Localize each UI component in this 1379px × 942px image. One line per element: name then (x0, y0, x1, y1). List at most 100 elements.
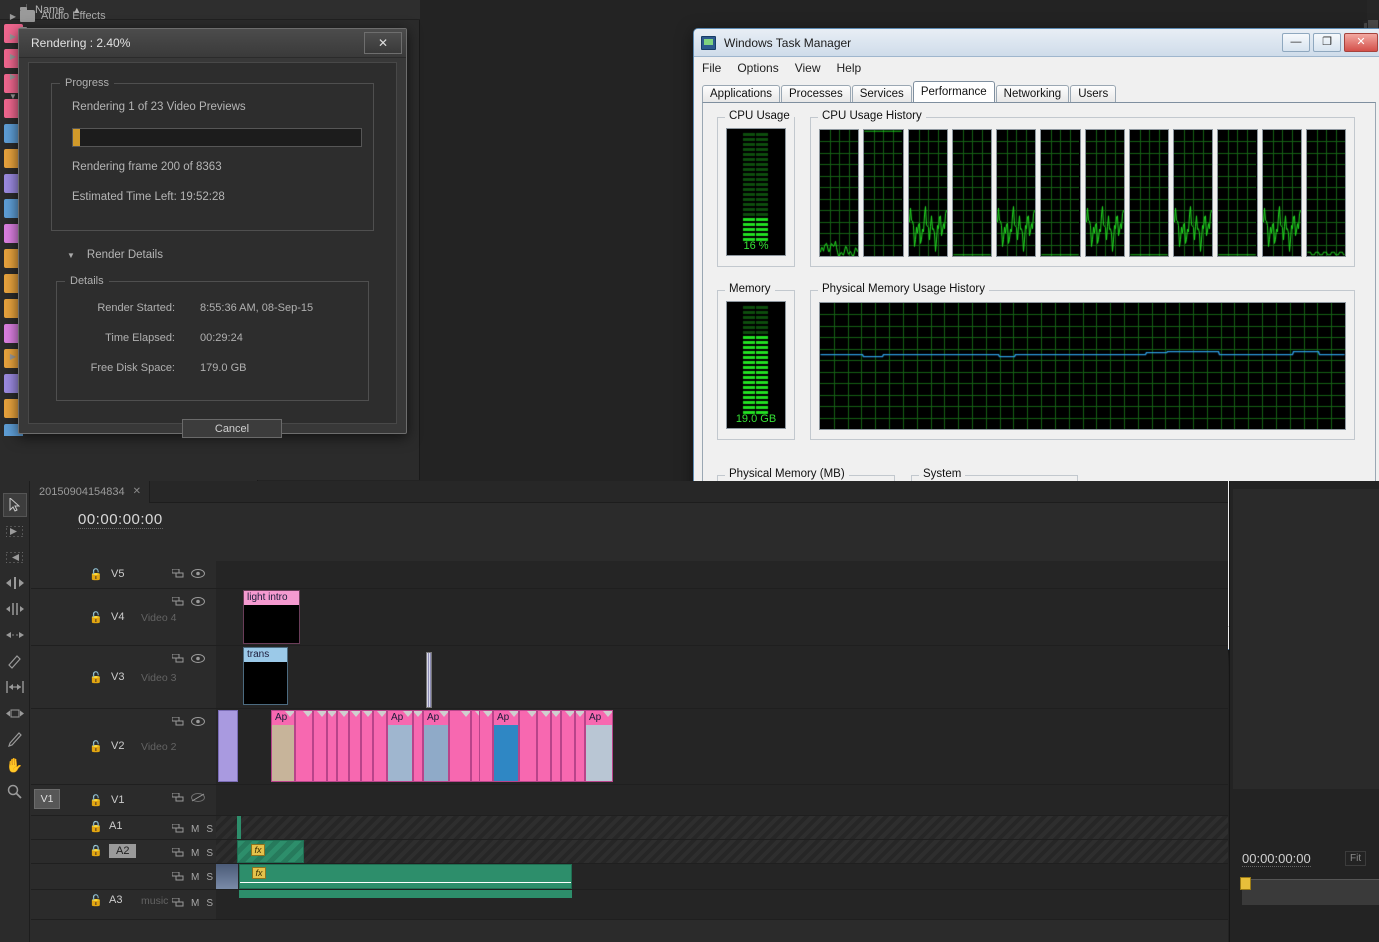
slip-tool[interactable] (3, 675, 27, 699)
clip-v2[interactable] (575, 710, 585, 782)
sync-lock-icon[interactable] (172, 820, 184, 838)
timeline-tab[interactable]: 20150904154834 ✕ (31, 481, 150, 503)
track-lock-icon[interactable]: 🔒 (89, 844, 103, 857)
clip-narrow[interactable] (426, 652, 432, 708)
timeline-playhead-timecode[interactable]: 00:00:00:00 (78, 511, 163, 529)
hand-tool[interactable]: ✋ (3, 753, 27, 777)
track-lane-v2[interactable]: ApApApApAp (216, 709, 1228, 785)
close-icon[interactable]: ✕ (133, 486, 141, 497)
clip-v2[interactable] (313, 710, 327, 782)
menu-file[interactable]: File (702, 61, 721, 75)
track-lane-v4[interactable]: light intro (216, 589, 1228, 646)
solo-track-button[interactable]: S (206, 848, 213, 859)
track-output-toggle-icon[interactable] (191, 565, 205, 583)
selection-tool[interactable] (3, 493, 27, 517)
clip-v2[interactable] (561, 710, 575, 782)
clip-v2[interactable]: Ap (493, 710, 519, 782)
mute-track-button[interactable]: M (191, 824, 199, 835)
solo-track-button[interactable]: S (206, 824, 213, 835)
clip-v2[interactable] (361, 710, 373, 782)
clip-audio-a1[interactable] (237, 816, 241, 839)
tab-networking[interactable]: Networking (996, 85, 1070, 103)
sync-lock-icon[interactable] (172, 713, 184, 731)
menu-view[interactable]: View (795, 61, 821, 75)
track-lock-icon[interactable]: 🔓 (89, 671, 103, 684)
clip-audio-a2[interactable]: fx (237, 840, 304, 863)
sync-lock-icon[interactable] (172, 789, 184, 807)
track-select-forward-tool[interactable] (3, 519, 27, 543)
menu-help[interactable]: Help (837, 61, 862, 75)
track-lane-a1[interactable] (216, 816, 1228, 840)
track-lane-row7[interactable]: fx (216, 864, 1228, 890)
track-header-v1[interactable]: V1🔓V1 (31, 785, 216, 816)
render-details-toggle[interactable]: ▼ Render Details (67, 249, 163, 261)
track-output-toggle-icon[interactable] (191, 713, 205, 731)
tab-users[interactable]: Users (1070, 85, 1116, 103)
sync-lock-icon[interactable] (172, 565, 184, 583)
close-button[interactable]: ✕ (1344, 33, 1378, 52)
mute-track-button[interactable]: M (191, 872, 199, 883)
program-monitor-playhead-icon[interactable] (1240, 877, 1251, 890)
clip-v2[interactable] (413, 710, 423, 782)
track-header-v3[interactable]: 🔓V3Video 3 (31, 646, 216, 709)
tab-applications[interactable]: Applications (702, 85, 780, 103)
clip-v2[interactable]: Ap (271, 710, 295, 782)
clip-v2[interactable] (295, 710, 313, 782)
track-select-backward-tool[interactable] (3, 545, 27, 569)
sync-lock-icon[interactable] (172, 894, 184, 912)
cancel-button[interactable]: Cancel (182, 419, 282, 438)
clip-audio-music[interactable]: fx (239, 864, 572, 889)
clip-v2[interactable] (519, 710, 537, 782)
track-header-v5[interactable]: 🔓V5 (31, 561, 216, 589)
effects-tree-item[interactable]: ▶Audio Effects (0, 6, 246, 26)
clip-light-intro[interactable]: light intro (243, 590, 300, 644)
task-manager-titlebar[interactable]: Windows Task Manager — ❐ ✕ (694, 29, 1379, 57)
minimize-button[interactable]: — (1282, 33, 1310, 52)
track-lock-icon[interactable]: 🔒 (89, 820, 103, 833)
volume-rubberband[interactable] (240, 882, 571, 883)
tab-performance[interactable]: Performance (913, 81, 995, 103)
track-header-a2[interactable]: 🔒A2MS (31, 840, 216, 864)
track-header-a1[interactable]: 🔒A1MS (31, 816, 216, 840)
razor-tool[interactable] (3, 649, 27, 673)
track-target-toggle[interactable]: V1 (34, 789, 60, 809)
chevron-right-icon[interactable]: ▶ (6, 12, 20, 21)
mute-track-button[interactable]: M (191, 898, 199, 909)
clip-v2[interactable]: Ap (585, 710, 613, 782)
track-lock-icon[interactable]: 🔓 (89, 894, 103, 907)
sync-lock-icon[interactable] (172, 868, 184, 886)
pen-tool[interactable] (3, 727, 27, 751)
track-lock-icon[interactable]: 🔓 (89, 611, 103, 624)
rendering-dialog-titlebar[interactable]: Rendering : 2.40% ✕ (19, 29, 406, 58)
track-output-toggle-icon[interactable] (191, 789, 205, 807)
clip-v2[interactable]: Ap (423, 710, 449, 782)
clip-v2[interactable] (449, 710, 471, 782)
ripple-edit-tool[interactable] (3, 571, 27, 595)
clip-purple[interactable] (218, 710, 238, 782)
zoom-tool[interactable] (3, 779, 27, 803)
program-monitor-fit-dropdown[interactable]: Fit (1345, 851, 1366, 866)
sync-lock-icon[interactable] (172, 844, 184, 862)
clip-v2[interactable]: Ap (387, 710, 413, 782)
track-output-toggle-icon[interactable] (191, 650, 205, 668)
clip-v2[interactable] (337, 710, 349, 782)
program-monitor-timecode[interactable]: 00:00:00:00 (1242, 851, 1311, 867)
solo-track-button[interactable]: S (206, 898, 213, 909)
sync-lock-icon[interactable] (172, 593, 184, 611)
rate-stretch-tool[interactable] (3, 623, 27, 647)
track-lane-v3[interactable]: trans (216, 646, 1228, 709)
track-lane-v1[interactable] (216, 785, 1228, 816)
program-monitor-scrubbar[interactable] (1242, 879, 1379, 905)
close-icon[interactable]: ✕ (364, 32, 402, 54)
clip-v2[interactable] (373, 710, 387, 782)
track-output-toggle-icon[interactable] (191, 593, 205, 611)
solo-track-button[interactable]: S (206, 872, 213, 883)
clip-v2[interactable] (327, 710, 337, 782)
rolling-edit-tool[interactable] (3, 597, 27, 621)
track-header-row7[interactable]: MS (31, 864, 216, 890)
track-header-v4[interactable]: 🔓V4Video 4 (31, 589, 216, 646)
tab-processes[interactable]: Processes (781, 85, 851, 103)
clip-trans[interactable]: trans (243, 647, 288, 705)
tab-services[interactable]: Services (852, 85, 912, 103)
clip-v2[interactable] (537, 710, 551, 782)
